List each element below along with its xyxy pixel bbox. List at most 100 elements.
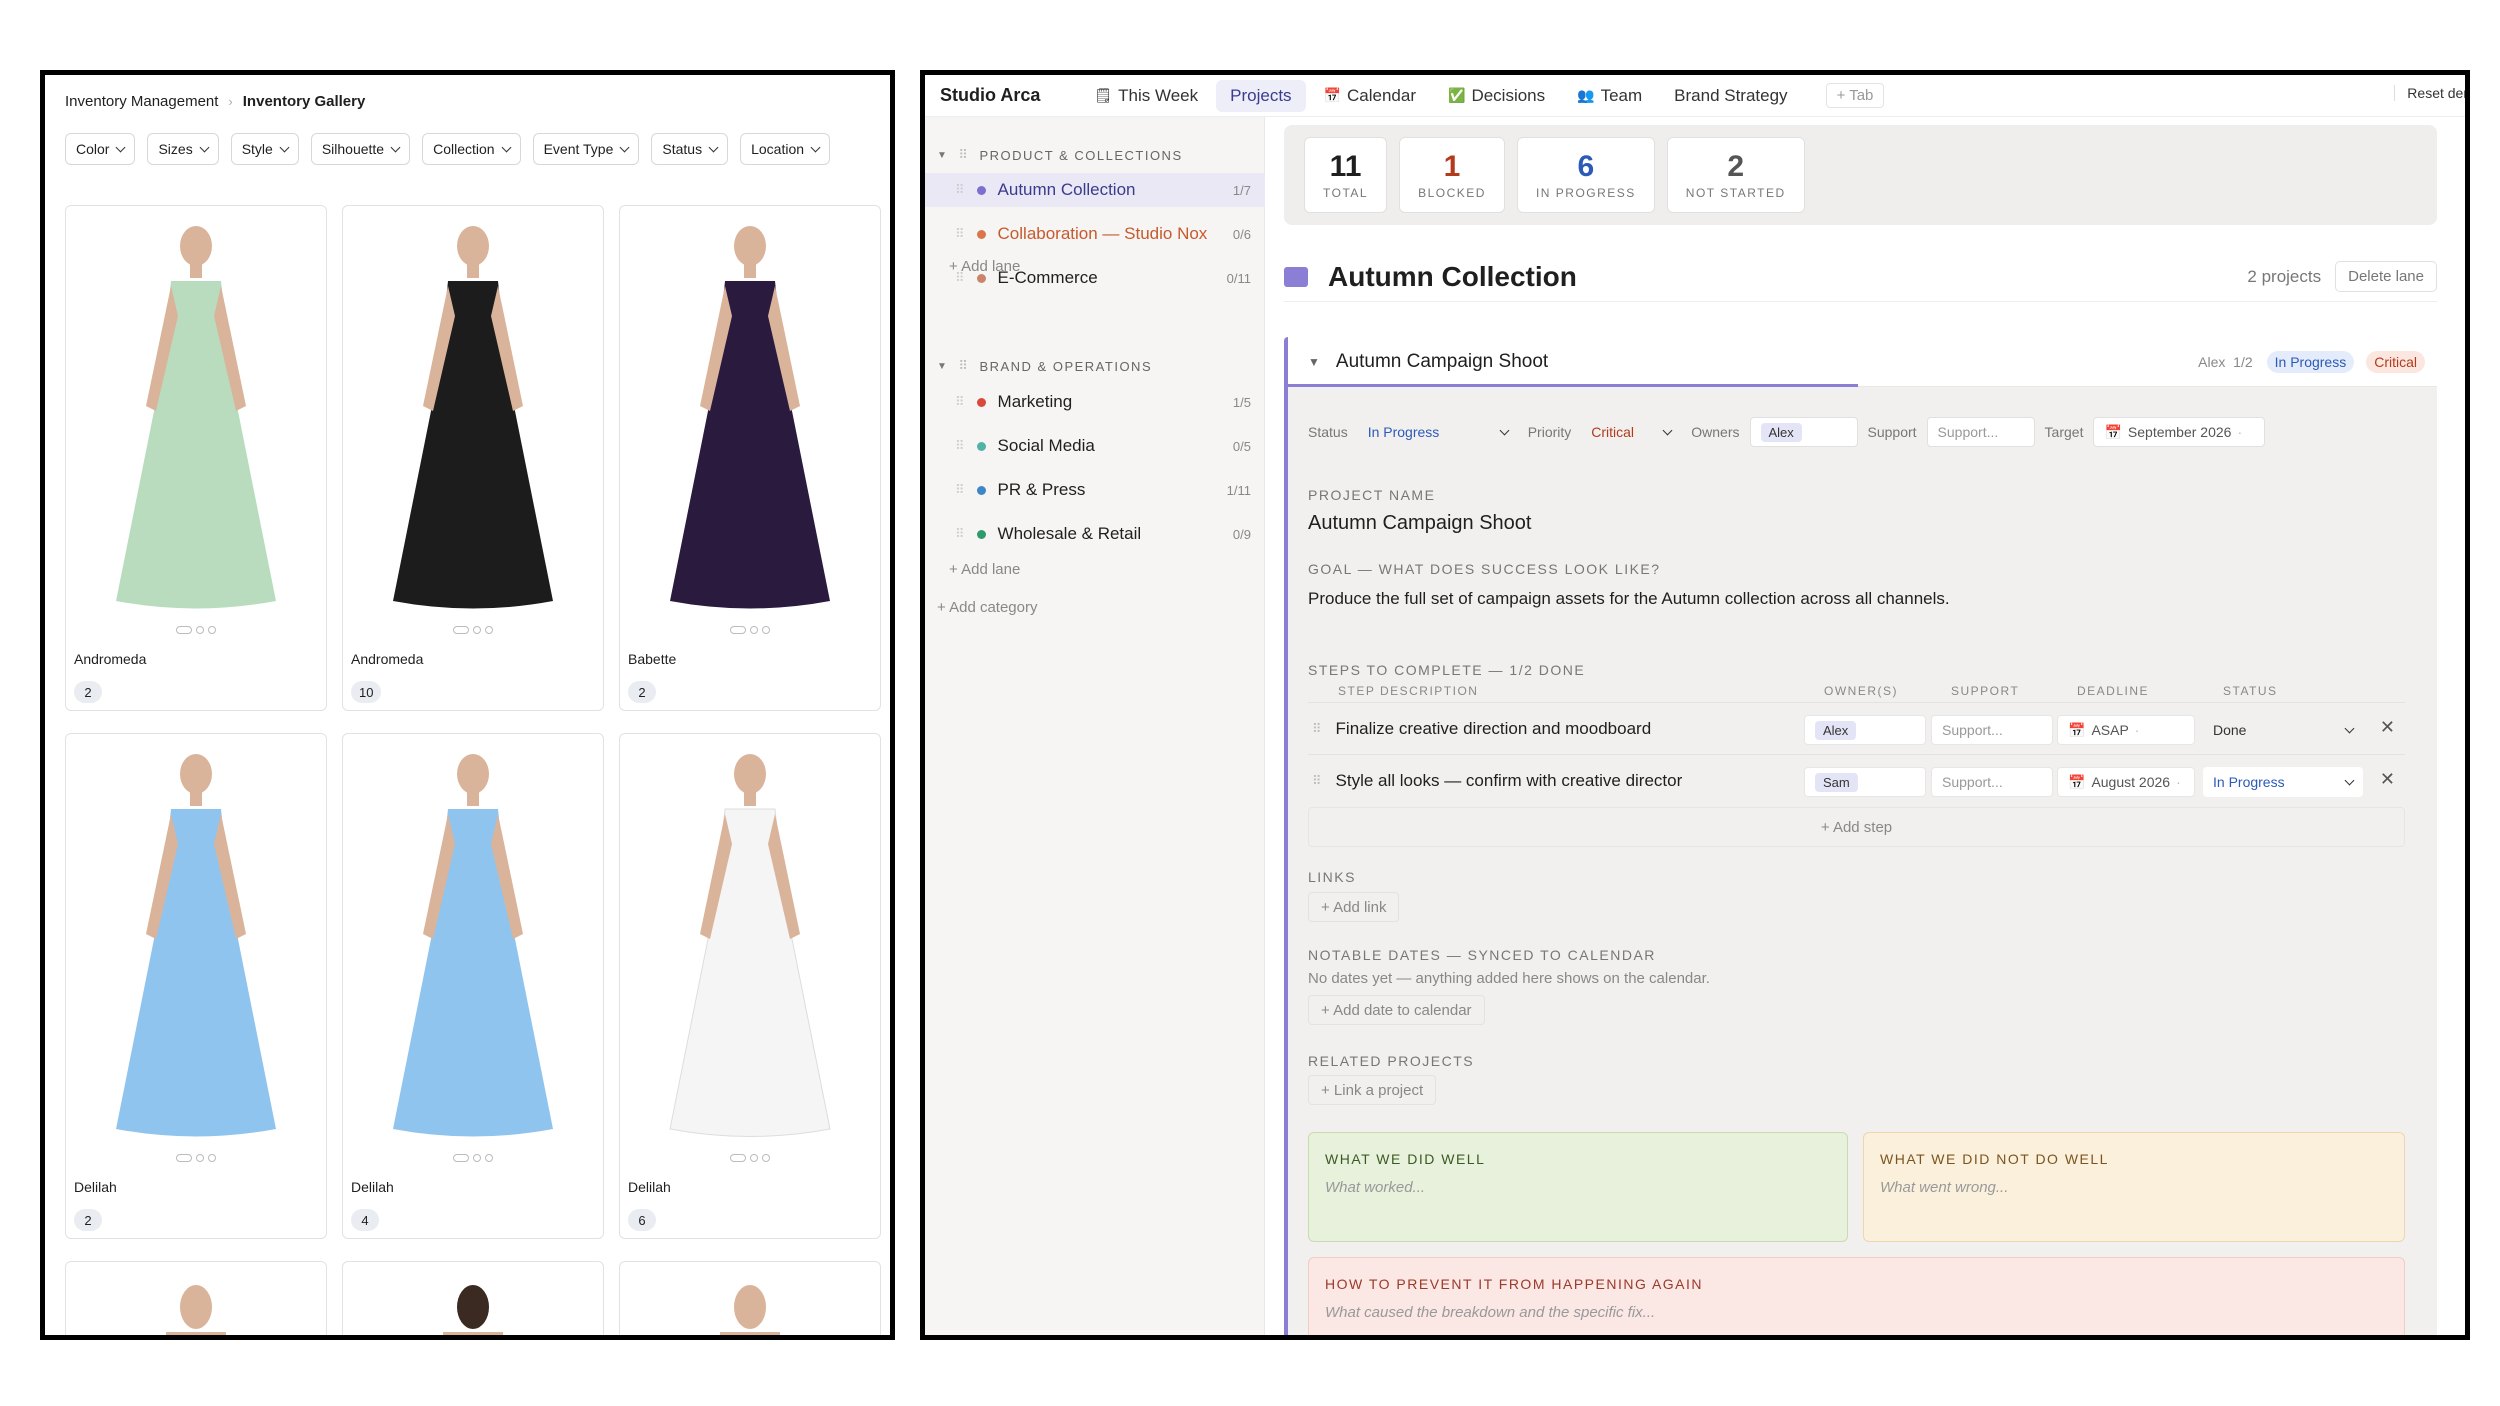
step-deadline-field[interactable]: 📅 August 2026 ·: [2057, 767, 2195, 797]
step-owner-field[interactable]: Alex: [1804, 715, 1926, 745]
retro-did-well[interactable]: WHAT WE DID WELL What worked...: [1308, 1132, 1848, 1242]
add-step-button[interactable]: + Add step: [1308, 807, 2405, 847]
drag-handle-icon[interactable]: ⠿: [1312, 773, 1322, 789]
carousel-dots[interactable]: [343, 1154, 603, 1162]
sidebar: ▼ ⠿ PRODUCT & COLLECTIONS ⠿ Autumn Collecti…: [925, 117, 1265, 1335]
category-product-collections[interactable]: ▼ ⠿ PRODUCT & COLLECTIONS: [937, 147, 1183, 163]
support-input[interactable]: Support...: [1926, 417, 2035, 447]
category-brand-operations[interactable]: ▼ ⠿ BRAND & OPERATIONS: [937, 358, 1152, 374]
reset-demo-button[interactable]: Reset dem: [2394, 85, 2465, 101]
tab-calendar[interactable]: 📅 Calendar: [1310, 80, 1430, 112]
close-icon[interactable]: ✕: [2380, 769, 2395, 790]
product-card[interactable]: Babette 2: [619, 205, 881, 711]
status-select[interactable]: In Progress: [1357, 417, 1518, 447]
collapse-triangle-icon[interactable]: ▼: [1308, 355, 1320, 369]
filter-silhouette[interactable]: Silhouette: [310, 133, 411, 165]
sidebar-lane-marketing[interactable]: ⠿ Marketing 1/5: [925, 385, 1265, 419]
breadcrumb-inventory-management[interactable]: Inventory Management: [65, 93, 218, 110]
main-content: 11 TOTAL 1 BLOCKED 6 IN PROGRESS 2 NOT STARTED …: [1266, 117, 2465, 1335]
step-deadline-field[interactable]: 📅 ASAP ·: [2057, 715, 2195, 745]
chevron-down-icon: [390, 142, 401, 152]
step-description[interactable]: Finalize creative direction and moodboar…: [1336, 719, 1804, 739]
chevron-down-icon: [708, 142, 719, 152]
step-status-select[interactable]: Done: [2203, 715, 2363, 745]
tab-projects[interactable]: Projects: [1216, 79, 1306, 112]
stat-in-progress[interactable]: 6 IN PROGRESS: [1516, 137, 1655, 213]
product-card[interactable]: Andromeda 2: [65, 205, 327, 711]
filter-style[interactable]: Style: [230, 133, 299, 165]
filter-location[interactable]: Location: [740, 133, 831, 165]
stat-not-started[interactable]: 2 NOT STARTED: [1666, 137, 1805, 213]
add-lane-button[interactable]: + Add lane: [949, 561, 1020, 578]
product-card[interactable]: [65, 1261, 327, 1335]
filter-color[interactable]: Color: [65, 133, 136, 165]
filter-sizes[interactable]: Sizes: [147, 133, 219, 165]
tab-brand-strategy[interactable]: Brand Strategy: [1660, 80, 1801, 112]
add-tab-button[interactable]: + Tab: [1825, 83, 1885, 108]
lane-label: Marketing: [997, 392, 1073, 411]
product-card[interactable]: Andromeda 10: [342, 205, 604, 711]
lane-color-dot: [976, 441, 986, 451]
stat-total[interactable]: 11 TOTAL: [1304, 137, 1388, 213]
project-name-value[interactable]: Autumn Campaign Shoot: [1308, 512, 1531, 535]
carousel-dots[interactable]: [66, 626, 326, 634]
carousel-dots[interactable]: [66, 1154, 326, 1162]
chevron-down-icon: [199, 142, 210, 152]
carousel-dots[interactable]: [343, 626, 603, 634]
step-row[interactable]: ⠿ Finalize creative direction and moodboa…: [1308, 702, 2405, 754]
add-link-button[interactable]: + Add link: [1308, 892, 1400, 922]
breadcrumb-inventory-gallery: Inventory Gallery: [242, 93, 366, 110]
filter-collection[interactable]: Collection: [422, 133, 521, 165]
step-support-input[interactable]: Support...: [1931, 715, 2053, 745]
sidebar-lane-wholesale-retail[interactable]: ⠿ Wholesale & Retail 0/9: [925, 517, 1265, 551]
retro-prevent[interactable]: HOW TO PREVENT IT FROM HAPPENING AGAIN W…: [1308, 1257, 2405, 1335]
sidebar-lane-autumn-collection[interactable]: ⠿ Autumn Collection 1/7: [925, 173, 1265, 207]
lane-count: 1/11: [1226, 482, 1251, 498]
product-card[interactable]: Delilah 4: [342, 733, 604, 1239]
chevron-down-icon: [1499, 425, 1510, 435]
sidebar-lane-collaboration-studio-nox[interactable]: ⠿ Collaboration — Studio Nox 0/6: [925, 217, 1265, 251]
filter-status[interactable]: Status: [651, 133, 729, 165]
tab-team[interactable]: 👥 Team: [1563, 80, 1656, 112]
product-card[interactable]: [342, 1261, 604, 1335]
step-owner-field[interactable]: Sam: [1804, 767, 1926, 797]
filter-event-type[interactable]: Event Type: [532, 133, 640, 165]
product-card[interactable]: [619, 1261, 881, 1335]
owner-chip: Sam: [1815, 772, 1858, 792]
carousel-dots[interactable]: [620, 1154, 880, 1162]
lane-color-dot: [976, 185, 986, 195]
tab-this-week[interactable]: 🗒 This Week: [1080, 80, 1212, 112]
product-name: Delilah: [351, 1179, 394, 1195]
calendar-icon: 📅: [2104, 423, 2122, 440]
lane-color-dot: [976, 485, 986, 495]
add-category-button[interactable]: + Add category: [937, 599, 1038, 616]
drag-handle-icon: ⠿: [955, 182, 965, 197]
product-card[interactable]: Delilah 6: [619, 733, 881, 1239]
step-description[interactable]: Style all looks — confirm with creative …: [1336, 771, 1804, 791]
add-lane-button[interactable]: + Add lane: [949, 258, 1020, 275]
drag-handle-icon[interactable]: ⠿: [1312, 721, 1322, 737]
close-icon[interactable]: ✕: [2380, 717, 2395, 738]
inventory-gallery-panel: Inventory Management › Inventory Gallery…: [40, 70, 895, 1340]
project-header[interactable]: ▼ Autumn Campaign Shoot Alex 1/2 In Prog…: [1288, 337, 2437, 387]
goal-value[interactable]: Produce the full set of campaign assets …: [1308, 589, 1950, 609]
product-card[interactable]: Delilah 2: [65, 733, 327, 1239]
link-project-button[interactable]: + Link a project: [1308, 1075, 1437, 1105]
carousel-dots[interactable]: [620, 626, 880, 634]
sidebar-lane-pr-press[interactable]: ⠿ PR & Press 1/11: [925, 473, 1265, 507]
owners-field[interactable]: Alex: [1749, 417, 1858, 447]
step-row[interactable]: ⠿ Style all looks — confirm with creative…: [1308, 754, 2405, 806]
tab-decisions[interactable]: ✅ Decisions: [1434, 80, 1559, 112]
step-status-select[interactable]: In Progress: [2203, 767, 2363, 797]
priority-select[interactable]: Critical: [1581, 417, 1681, 447]
retro-did-not-do-well[interactable]: WHAT WE DID NOT DO WELL What went wrong.…: [1863, 1132, 2405, 1242]
stat-blocked[interactable]: 1 BLOCKED: [1399, 137, 1505, 213]
step-support-input[interactable]: Support...: [1931, 767, 2053, 797]
support-label: Support: [1867, 424, 1917, 440]
status-badge: In Progress: [2266, 350, 2355, 373]
target-date-field[interactable]: 📅 September 2026 ·: [2093, 417, 2266, 447]
delete-lane-button[interactable]: Delete lane: [2335, 261, 2437, 292]
lane-count: 0/6: [1232, 226, 1251, 242]
add-date-button[interactable]: + Add date to calendar: [1308, 995, 1485, 1025]
sidebar-lane-social-media[interactable]: ⠿ Social Media 0/5: [925, 429, 1265, 463]
